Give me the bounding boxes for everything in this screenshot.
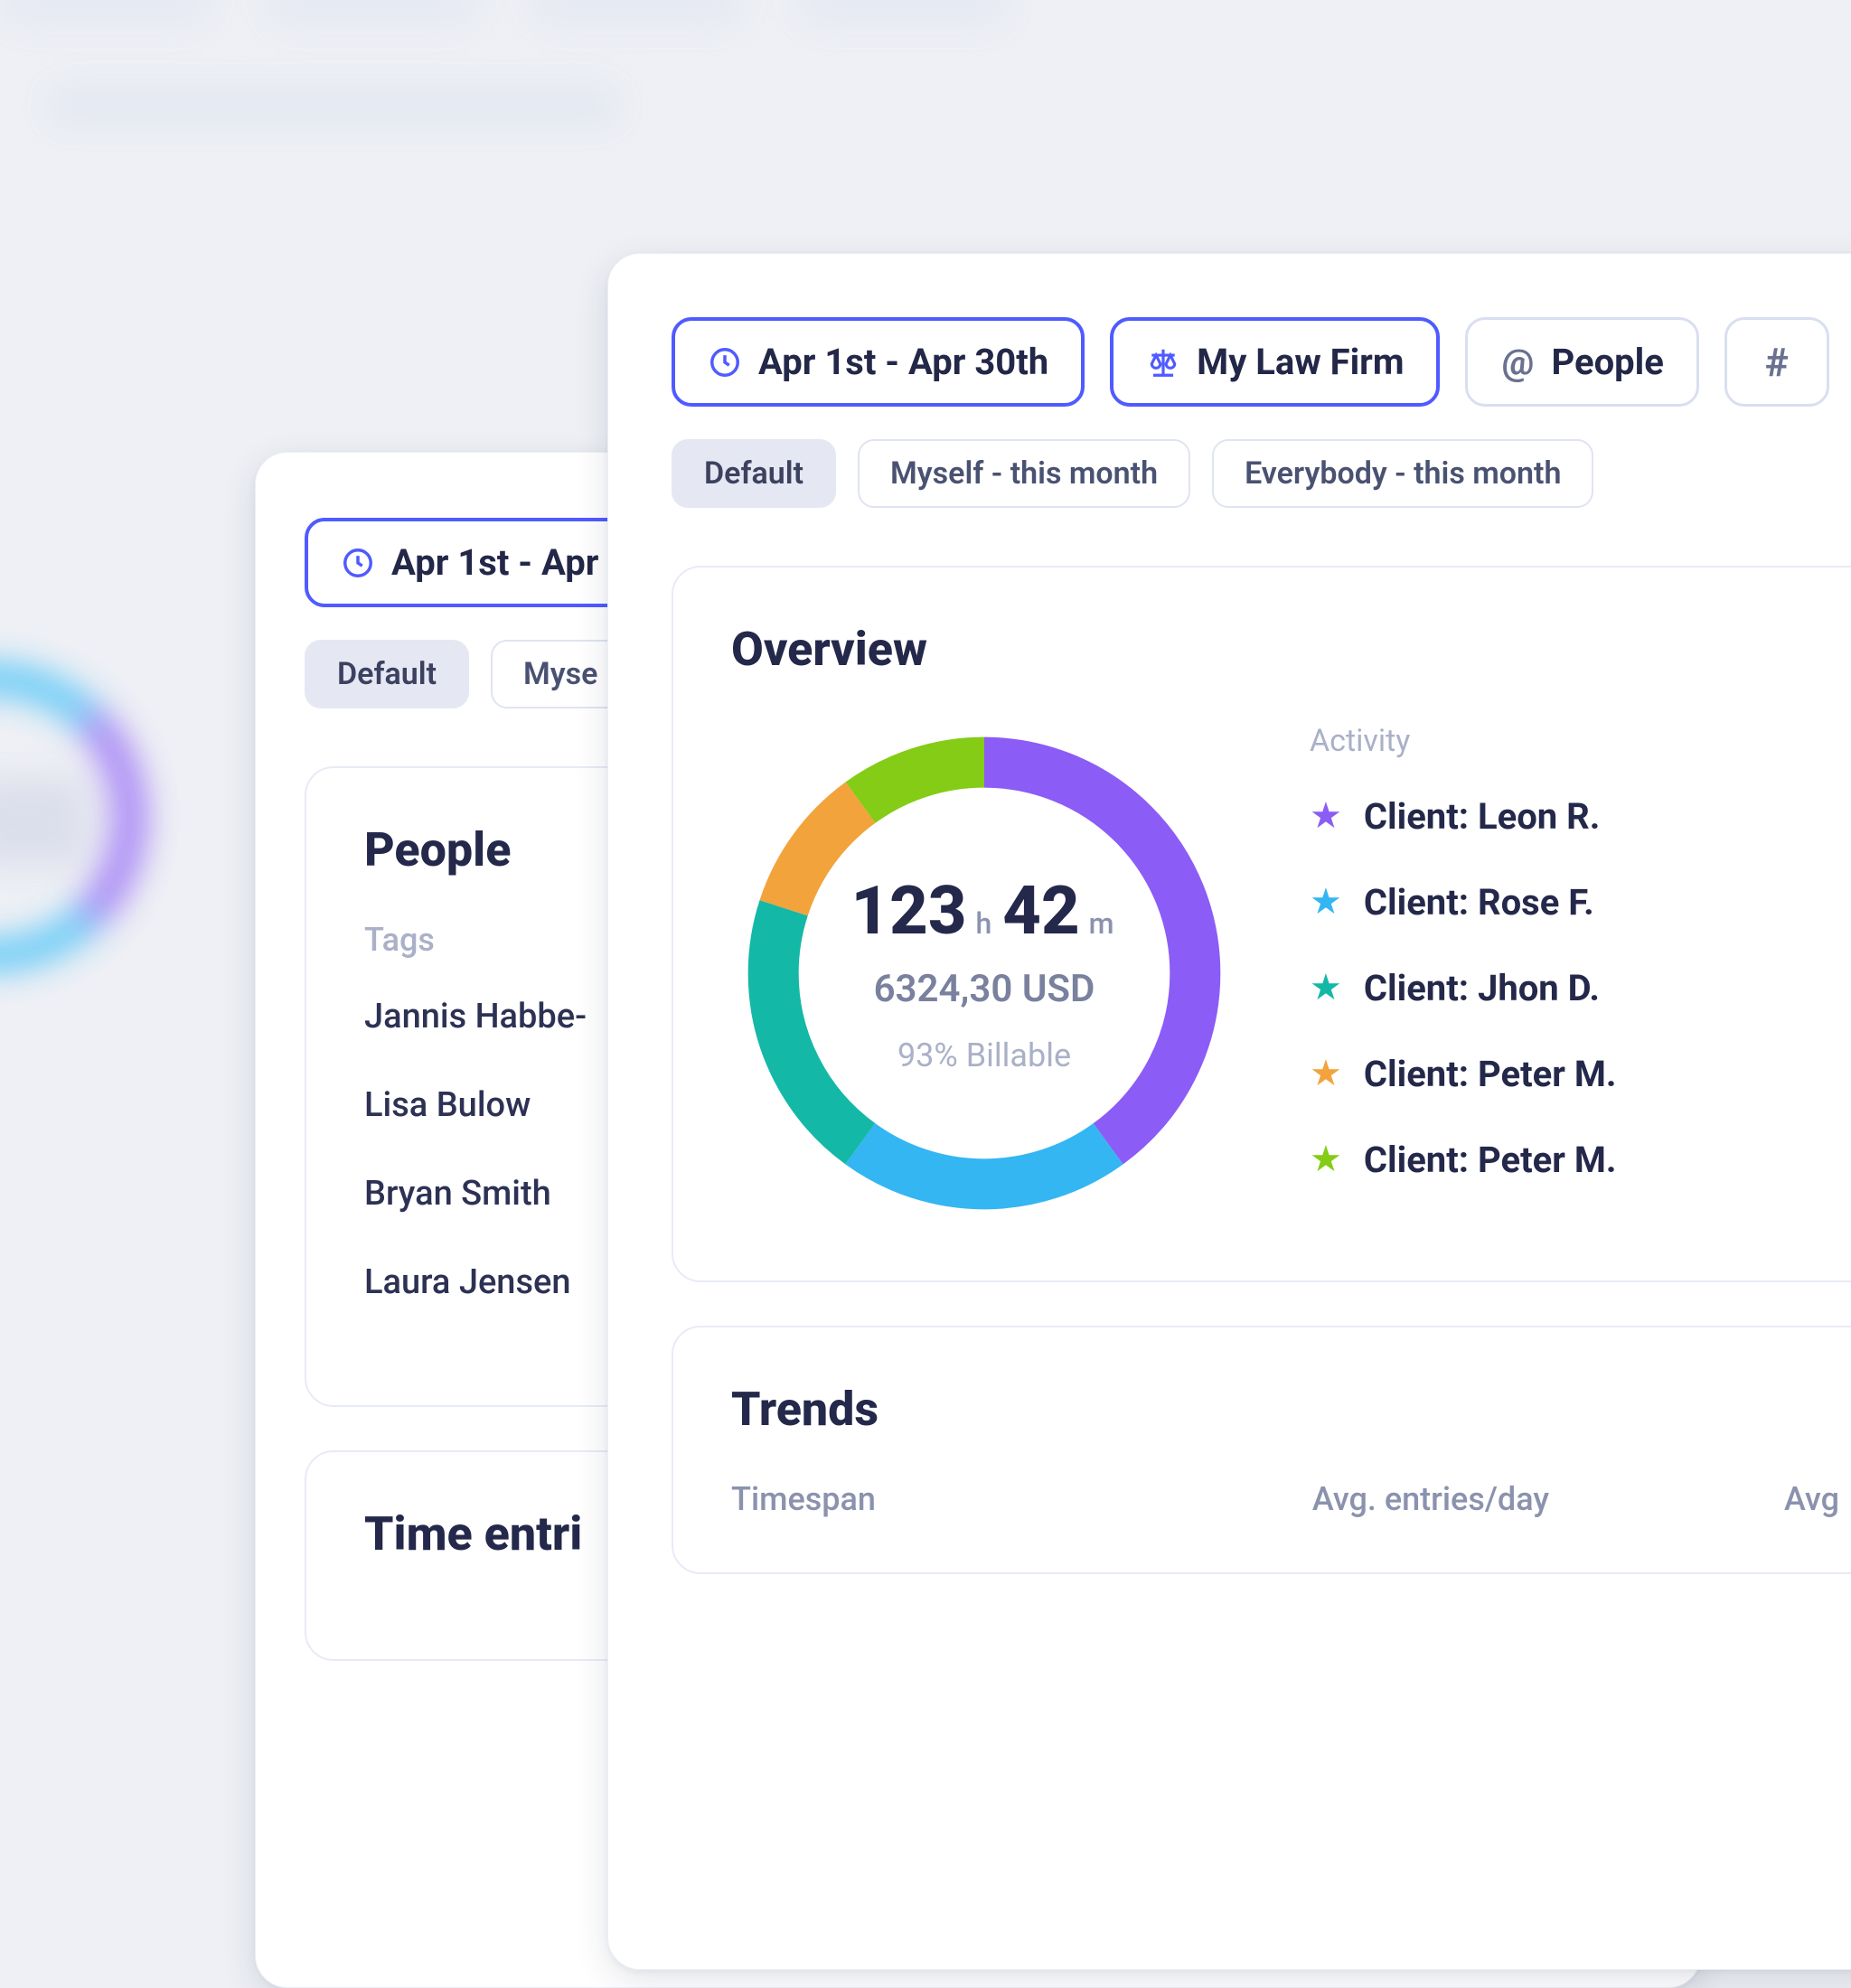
star-icon: ★	[1310, 1055, 1342, 1092]
legend-item[interactable]: ★ Client: Peter M.	[1310, 1053, 1839, 1095]
star-icon: ★	[1310, 1141, 1342, 1177]
legend-label: Client: Jhon D.	[1364, 967, 1600, 1009]
activity-legend: Activity ★ Client: Leon R. ★ Client: Ros…	[1310, 723, 1839, 1224]
trends-panel: Trends Timespan Avg. entries/day Avg	[672, 1326, 1851, 1574]
avg-label: Avg	[1784, 1480, 1839, 1518]
legend-item[interactable]: ★ Client: Jhon D.	[1310, 967, 1839, 1009]
firm-chip[interactable]: My Law Firm	[1110, 317, 1440, 407]
preset-myself[interactable]: Myself - this month	[858, 439, 1190, 508]
preset-default[interactable]: Default	[305, 640, 469, 708]
hash-icon: #	[1760, 345, 1794, 380]
people-label: People	[1551, 341, 1663, 383]
date-range-chip[interactable]: Apr 1st - Apr 30th	[672, 317, 1085, 407]
clock-icon	[341, 546, 375, 580]
activity-donut-chart: 123 h 42 m 6324,30 USD 93% Billable	[731, 720, 1237, 1226]
overview-title: Overview	[731, 622, 1839, 677]
legend-label: Client: Peter M.	[1364, 1053, 1617, 1095]
star-icon: ★	[1310, 970, 1342, 1006]
overview-panel: Overview 123 h 42 m	[672, 566, 1851, 1282]
activity-label: Activity	[1310, 723, 1839, 759]
date-range-label: Apr 1st - Apr 30th	[758, 341, 1048, 383]
minutes-value: 42	[1002, 872, 1079, 951]
date-range-chip[interactable]: Apr 1st - Apr	[305, 518, 634, 607]
people-chip[interactable]: @ People	[1465, 317, 1698, 407]
legend-item[interactable]: ★ Client: Rose F.	[1310, 881, 1839, 924]
filter-row: Apr 1st - Apr 30th My Law Firm @ People …	[672, 317, 1851, 407]
preset-everybody[interactable]: Everybody - this month	[1212, 439, 1593, 508]
star-icon: ★	[1310, 884, 1342, 920]
trends-title: Trends	[731, 1382, 1839, 1437]
scales-icon	[1146, 345, 1180, 380]
hours-unit: h	[976, 906, 992, 941]
billable-percent: 93% Billable	[850, 1036, 1117, 1074]
legend-label: Client: Peter M.	[1364, 1139, 1617, 1181]
timespan-label: Timespan	[731, 1480, 876, 1518]
star-icon: ★	[1310, 798, 1342, 834]
at-icon: @	[1500, 345, 1535, 380]
minutes-unit: m	[1089, 906, 1114, 941]
preset-row: Default Myself - this month Everybody - …	[672, 439, 1851, 508]
primary-dashboard-card: Apr 1st - Apr 30th My Law Firm @ People …	[607, 253, 1851, 1970]
legend-item[interactable]: ★ Client: Peter M.	[1310, 1139, 1839, 1181]
date-range-label: Apr 1st - Apr	[391, 541, 598, 584]
preset-default[interactable]: Default	[672, 439, 836, 508]
hours-value: 123	[850, 872, 966, 951]
total-amount: 6324,30 USD	[850, 967, 1117, 1011]
total-time: 123 h 42 m	[850, 872, 1117, 951]
legend-label: Client: Rose F.	[1364, 881, 1594, 924]
tags-chip[interactable]: #	[1724, 317, 1829, 407]
legend-item[interactable]: ★ Client: Leon R.	[1310, 795, 1839, 838]
legend-label: Client: Leon R.	[1364, 795, 1601, 838]
clock-icon	[708, 345, 742, 380]
firm-label: My Law Firm	[1197, 341, 1404, 383]
avg-entries-label: Avg. entries/day	[1312, 1480, 1549, 1518]
